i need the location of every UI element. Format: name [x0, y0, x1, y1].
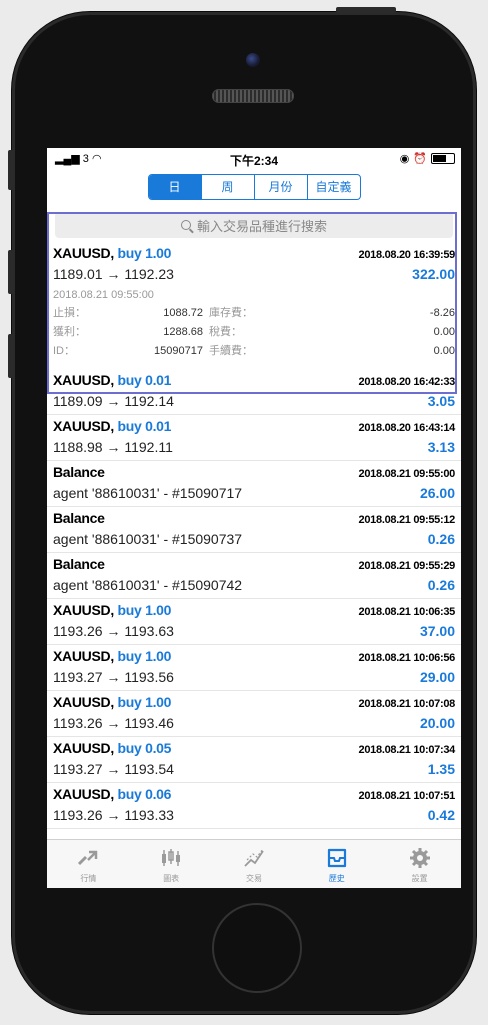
deal-date: 2018.08.21 10:06:35 — [358, 606, 456, 618]
search-input[interactable]: 輸入交易品種進行搜索 — [55, 212, 453, 238]
deal-date: 2018.08.20 16:39:59 — [358, 249, 456, 261]
deal-date: 2018.08.21 10:07:34 — [358, 744, 456, 756]
search-area: 輸入交易品種進行搜索 — [47, 204, 461, 240]
battery-icon — [431, 153, 455, 164]
deal-profit: 26.00 — [419, 485, 455, 501]
history-icon — [327, 848, 346, 868]
deal-profit: 322.00 — [412, 266, 455, 282]
earpiece-speaker — [212, 89, 294, 103]
deal-prices: 1188.98 → 1192.11 — [53, 439, 173, 455]
home-button[interactable] — [212, 903, 302, 993]
quotes-icon — [78, 850, 98, 866]
deal-date: 2018.08.21 09:55:12 — [358, 514, 456, 526]
deal-symbol: XAUUSD, buy 0.06 — [53, 786, 172, 802]
deal-prices: agent '88610031' - #15090737 — [53, 531, 243, 547]
deal-profit: 0.26 — [427, 531, 455, 547]
segment-day[interactable]: 日 — [148, 175, 201, 199]
deal-symbol: Balance — [53, 464, 105, 480]
deal-row[interactable]: XAUUSD, buy 0.06 2018.08.21 10:07:51 1193.… — [47, 783, 461, 829]
status-right: ◉ ⏰ — [400, 152, 455, 165]
detail-row: 止損： 1088.72 庫存費： -8.26 — [53, 307, 455, 319]
deal-row[interactable]: Balance 2018.08.21 09:55:12 agent '886100… — [47, 507, 461, 553]
tab-quotes[interactable]: 行情 — [47, 840, 130, 888]
orientation-lock-icon: ◉ — [399, 153, 410, 165]
deal-profit: 29.00 — [419, 669, 455, 685]
tab-history[interactable]: 歷史 — [295, 840, 378, 888]
expanded-deal[interactable]: XAUUSD, buy 1.00 2018.08.20 16:39:59 118… — [47, 240, 461, 363]
deal-symbol: XAUUSD, buy 0.05 — [53, 740, 172, 756]
detail-row: 獲利： 1288.68 稅費： 0.00 — [53, 326, 455, 338]
deal-prices: 1193.27 → 1193.54 — [53, 761, 174, 777]
deal-symbol: XAUUSD, buy 0.01 — [53, 418, 172, 434]
deal-row[interactable]: Balance 2018.08.21 09:55:00 agent '886100… — [47, 461, 461, 507]
volume-up-button — [8, 250, 13, 294]
deal-date: 2018.08.21 10:07:51 — [358, 790, 456, 802]
segment-month[interactable]: 月份 — [253, 175, 307, 199]
deal-date: 2018.08.21 10:06:56 — [358, 652, 456, 664]
tab-trade[interactable]: 交易 — [213, 840, 296, 888]
deal-profit: 3.05 — [427, 393, 455, 409]
deal-symbol: XAUUSD, buy 0.01 — [53, 372, 172, 388]
deal-prices: 1193.26 → 1193.63 — [53, 623, 174, 639]
deal-symbol: Balance — [53, 510, 105, 526]
search-placeholder: 輸入交易品種進行搜索 — [196, 218, 327, 234]
detail-row: ID： 15090717 手續費： 0.00 — [53, 345, 455, 357]
deal-profit: 0.26 — [427, 577, 455, 593]
deal-details: 2018.08.21 09:55:00 止損： 1088.72 庫存費： -8.… — [53, 286, 455, 363]
period-selector: 日 周 月份 自定義 — [47, 170, 461, 204]
deal-symbol: XAUUSD, buy 1.00 — [53, 602, 172, 618]
tab-settings[interactable]: 設置 — [378, 840, 461, 888]
deal-profit: 1.35 — [427, 761, 455, 777]
app-screen: ▂▄▆ 3 ◠ 下午2:34 ◉ ⏰ 日 周 月份 自定義 輸入交易品種進行搜索… — [47, 148, 461, 888]
deal-prices: 1193.26 → 1193.33 — [53, 807, 174, 823]
deal-row[interactable]: XAUUSD, buy 1.00 2018.08.21 10:07:08 1193.… — [47, 691, 461, 737]
settings-icon — [409, 848, 430, 868]
mute-switch — [8, 150, 13, 190]
deal-symbol: XAUUSD, buy 1.00 — [53, 648, 172, 664]
deal-profit: 37.00 — [419, 623, 455, 639]
deal-list: XAUUSD, buy 0.01 2018.08.20 16:42:33 1189.… — [47, 369, 461, 829]
deal-row[interactable]: Balance 2018.08.21 09:55:29 agent '886100… — [47, 553, 461, 599]
segment-custom[interactable]: 自定義 — [306, 175, 360, 199]
search-icon — [180, 220, 191, 230]
deal-date: 2018.08.20 16:43:14 — [358, 422, 456, 434]
trade-icon — [244, 848, 264, 867]
deal-prices: 1189.01 → 1192.23 — [53, 266, 174, 282]
deal-prices: agent '88610031' - #15090742 — [53, 577, 243, 593]
deal-prices: 1193.26 → 1193.46 — [53, 715, 174, 731]
segment-week[interactable]: 周 — [200, 175, 254, 199]
deal-symbol: XAUUSD, buy 1.00 — [53, 245, 172, 261]
deal-date: 2018.08.20 16:42:33 — [358, 376, 456, 388]
status-bar: ▂▄▆ 3 ◠ 下午2:34 ◉ ⏰ — [47, 148, 461, 170]
chart-icon — [162, 849, 181, 866]
deal-row[interactable]: XAUUSD, buy 1.00 2018.08.21 10:06:35 1193.… — [47, 599, 461, 645]
deal-prices: agent '88610031' - #15090717 — [53, 485, 243, 501]
deal-date: 2018.08.21 10:07:08 — [358, 698, 456, 710]
deal-row[interactable]: XAUUSD, buy 0.01 2018.08.20 16:42:33 1189.… — [47, 369, 461, 415]
deal-row[interactable]: XAUUSD, buy 1.00 2018.08.21 10:06:56 1193.… — [47, 645, 461, 691]
volume-down-button — [8, 334, 13, 378]
deal-row[interactable]: XAUUSD, buy 0.05 2018.08.21 10:07:34 1193.… — [47, 737, 461, 783]
segmented-control: 日 周 月份 自定義 — [147, 174, 361, 200]
deal-profit: 0.42 — [427, 807, 455, 823]
tab-chart[interactable]: 圖表 — [130, 840, 213, 888]
deal-symbol: Balance — [53, 556, 105, 572]
deal-prices: 1189.09 → 1192.14 — [53, 393, 174, 409]
tab-bar: 行情 圖表 交易 歷史 設置 — [47, 839, 461, 888]
front-camera — [246, 53, 260, 67]
power-button — [336, 7, 396, 13]
deal-profit: 3.13 — [427, 439, 455, 455]
deal-open-time: 2018.08.21 09:55:00 — [53, 289, 154, 301]
deal-date: 2018.08.21 09:55:29 — [358, 560, 456, 572]
deal-symbol: XAUUSD, buy 1.00 — [53, 694, 172, 710]
deal-prices: 1193.27 → 1193.56 — [53, 669, 174, 685]
alarm-icon: ⏰ — [413, 153, 427, 165]
deal-row[interactable]: XAUUSD, buy 0.01 2018.08.20 16:43:14 1188.… — [47, 415, 461, 461]
deal-date: 2018.08.21 09:55:00 — [358, 468, 456, 480]
deal-profit: 20.00 — [419, 715, 455, 731]
